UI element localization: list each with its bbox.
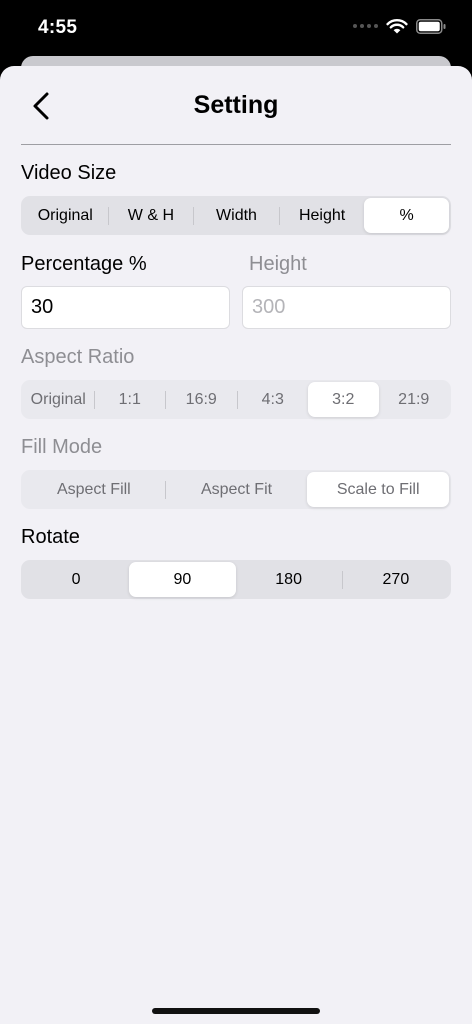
fill-mode-segmented-control: Aspect Fill Aspect Fit Scale to Fill bbox=[21, 470, 451, 509]
battery-icon bbox=[416, 18, 446, 34]
segment-21-9[interactable]: 21:9 bbox=[379, 382, 450, 417]
nav-bar: Setting bbox=[0, 66, 472, 146]
page-title: Setting bbox=[193, 91, 279, 119]
rotate-segmented-control: 0 90 180 270 bbox=[21, 560, 451, 599]
percentage-label: Percentage % bbox=[21, 253, 147, 275]
height-input[interactable] bbox=[242, 286, 451, 329]
percentage-input[interactable] bbox=[21, 286, 230, 329]
segment-aspect-fill[interactable]: Aspect Fill bbox=[23, 472, 165, 507]
segment-rotate-0[interactable]: 0 bbox=[23, 562, 129, 597]
video-size-label: Video Size bbox=[21, 162, 117, 184]
cellular-signal-icon bbox=[353, 24, 378, 28]
segment-original[interactable]: Original bbox=[23, 382, 94, 417]
nav-divider bbox=[21, 144, 451, 145]
segment-rotate-90[interactable]: 90 bbox=[129, 562, 236, 597]
wifi-icon bbox=[386, 19, 408, 34]
video-size-segmented-control: Original W & H Width Height % bbox=[21, 196, 451, 235]
height-label: Height bbox=[249, 253, 307, 275]
home-indicator bbox=[152, 1008, 320, 1014]
segment-1-1[interactable]: 1:1 bbox=[95, 382, 166, 417]
segment-3-2[interactable]: 3:2 bbox=[308, 382, 379, 417]
segment-width[interactable]: Width bbox=[194, 198, 279, 233]
status-icons bbox=[353, 18, 446, 34]
segment-rotate-270[interactable]: 270 bbox=[343, 562, 449, 597]
segment-original[interactable]: Original bbox=[23, 198, 108, 233]
status-bar: 4:55 bbox=[0, 0, 472, 60]
aspect-ratio-label: Aspect Ratio bbox=[21, 346, 135, 368]
settings-sheet: Setting Video Size Original W & H Width … bbox=[0, 66, 472, 1024]
segment-percent[interactable]: % bbox=[364, 198, 449, 233]
segment-scale-to-fill[interactable]: Scale to Fill bbox=[307, 472, 450, 507]
segment-w-and-h[interactable]: W & H bbox=[109, 198, 194, 233]
fill-mode-label: Fill Mode bbox=[21, 436, 103, 458]
aspect-ratio-segmented-control: Original 1:1 16:9 4:3 3:2 21:9 bbox=[21, 380, 451, 419]
status-time: 4:55 bbox=[38, 17, 78, 38]
segment-aspect-fit[interactable]: Aspect Fit bbox=[166, 472, 308, 507]
rotate-label: Rotate bbox=[21, 526, 80, 548]
segment-4-3[interactable]: 4:3 bbox=[238, 382, 309, 417]
segment-height[interactable]: Height bbox=[280, 198, 365, 233]
segment-16-9[interactable]: 16:9 bbox=[166, 382, 237, 417]
segment-rotate-180[interactable]: 180 bbox=[236, 562, 342, 597]
